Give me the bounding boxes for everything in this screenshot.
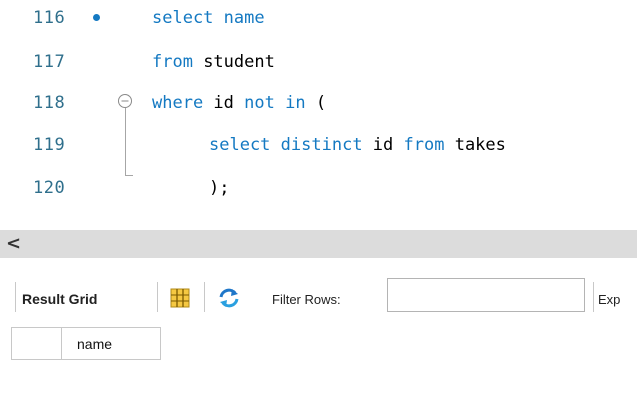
export-label[interactable]: Exp (598, 292, 620, 307)
toolbar-divider (15, 282, 16, 312)
toolbar-divider (204, 282, 205, 312)
code-text: ); (209, 178, 229, 198)
statement-marker-icon (93, 14, 100, 21)
result-toolbar: Result Grid Filter Rows: Exp (0, 268, 637, 326)
keyword: from (152, 52, 193, 72)
code-token: takes (444, 135, 506, 155)
keyword: not (244, 93, 275, 113)
line-number: 119 (33, 135, 66, 155)
filter-rows-label: Filter Rows: (272, 292, 341, 307)
code-line-117[interactable]: 117 from student (0, 50, 637, 82)
code-line-118[interactable]: 118 where id not in ( (0, 91, 637, 123)
line-number: 117 (33, 52, 66, 72)
keyword: distinct (280, 135, 363, 155)
code-line-119[interactable]: 119 select distinct id from takes (0, 133, 637, 165)
scroll-left-arrow-icon[interactable]: < (6, 231, 21, 257)
toolbar-divider (157, 282, 158, 312)
fold-guide-end (125, 175, 133, 176)
keyword: select (152, 8, 214, 28)
toolbar-divider (593, 282, 594, 312)
result-grid-tab[interactable]: Result Grid (22, 291, 97, 307)
horizontal-scrollbar[interactable]: < (0, 230, 637, 258)
column-header-label: name (77, 336, 113, 352)
sql-editor[interactable]: 116 select name 117 from student 118 whe… (0, 0, 637, 222)
code-token: ); (209, 178, 230, 198)
column-header-name[interactable]: name (61, 327, 161, 360)
keyword: in (285, 93, 306, 113)
code-token: id (203, 93, 245, 113)
refresh-icon[interactable] (217, 286, 241, 310)
code-line-120[interactable]: 120 ); (0, 176, 637, 208)
code-text: where id not in ( (152, 93, 326, 113)
keyword: select (209, 135, 271, 155)
code-token: id (362, 135, 404, 155)
code-text: select name (152, 8, 265, 28)
filter-rows-input[interactable] (387, 278, 585, 312)
code-token: ( (305, 93, 327, 113)
keyword: where (152, 93, 204, 113)
collapse-fold-icon[interactable] (117, 93, 133, 109)
line-number: 116 (33, 8, 66, 28)
code-line-116[interactable]: 116 select name (0, 6, 637, 38)
keyword: from (403, 135, 445, 155)
grid-layout-icon[interactable] (169, 287, 191, 309)
row-header-corner[interactable] (11, 327, 62, 360)
line-number: 120 (33, 178, 66, 198)
keyword: name (223, 8, 265, 28)
code-text: select distinct id from takes (209, 135, 506, 155)
code-token: student (192, 52, 275, 72)
code-text: from student (152, 52, 275, 72)
fold-guide-line (125, 108, 126, 176)
line-number: 118 (33, 93, 66, 113)
